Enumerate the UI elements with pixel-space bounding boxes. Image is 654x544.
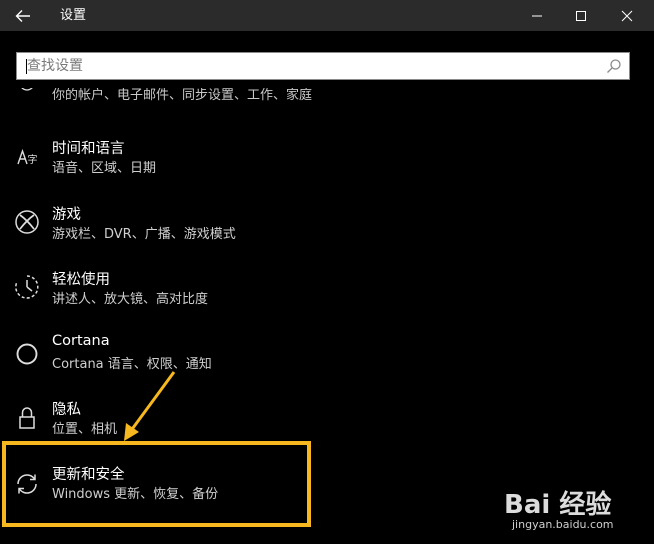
settings-item-ease-of-access[interactable]: 轻松使用 讲述人、放大镜、高对比度 xyxy=(0,268,600,324)
maximize-icon xyxy=(576,10,586,21)
settings-item-desc: Cortana 语言、权限、通知 xyxy=(52,357,212,372)
time-language-icon: 字 xyxy=(17,148,38,166)
cortana-icon xyxy=(16,343,38,365)
back-button[interactable] xyxy=(0,0,46,31)
settings-item-gaming[interactable]: 游戏 游戏栏、DVR、广播、游戏模式 xyxy=(0,203,600,259)
xbox-icon xyxy=(15,210,39,234)
settings-item-name: 隐私 xyxy=(52,402,81,418)
search-box[interactable] xyxy=(16,52,630,80)
settings-item-cortana[interactable]: Cortana Cortana 语言、权限、通知 xyxy=(0,333,600,389)
account-icon xyxy=(21,88,33,91)
settings-item-accounts-partial[interactable]: 你的帐户、电子邮件、同步设置、工作、家庭 xyxy=(0,88,654,108)
back-arrow-icon xyxy=(15,9,30,22)
settings-item-desc: 语音、区域、日期 xyxy=(52,161,157,176)
settings-item-desc: 讲述人、放大镜、高对比度 xyxy=(52,292,209,307)
title-bar: 设置 xyxy=(0,0,654,31)
close-button[interactable] xyxy=(604,0,650,31)
svg-text:字: 字 xyxy=(28,153,38,166)
lock-icon xyxy=(19,407,35,429)
close-icon xyxy=(621,10,633,21)
ease-of-access-icon xyxy=(15,275,39,299)
settings-item-name: 游戏 xyxy=(52,207,81,223)
search-icon[interactable] xyxy=(605,57,623,75)
minimize-icon xyxy=(532,15,542,16)
minimize-button[interactable] xyxy=(514,0,560,31)
maximize-button[interactable] xyxy=(558,0,604,31)
settings-item-name: 时间和语言 xyxy=(52,141,125,157)
settings-item-name: 轻松使用 xyxy=(52,272,110,288)
settings-item-desc: 游戏栏、DVR、广播、游戏模式 xyxy=(52,227,236,242)
settings-item-time-language[interactable]: 字 时间和语言 语音、区域、日期 xyxy=(0,137,600,193)
settings-item-desc: 位置、相机 xyxy=(52,422,118,437)
settings-item-desc: 你的帐户、电子邮件、同步设置、工作、家庭 xyxy=(52,88,313,103)
baidu-watermark: Bai 经验 jingyan.baidu.com xyxy=(500,484,654,544)
window-title: 设置 xyxy=(60,8,87,23)
watermark-url: jingyan.baidu.com xyxy=(512,518,614,531)
settings-item-name: Cortana xyxy=(52,333,110,349)
search-input[interactable] xyxy=(27,53,597,79)
watermark-logo: Bai 经验 xyxy=(504,490,612,520)
highlight-box xyxy=(2,441,311,527)
